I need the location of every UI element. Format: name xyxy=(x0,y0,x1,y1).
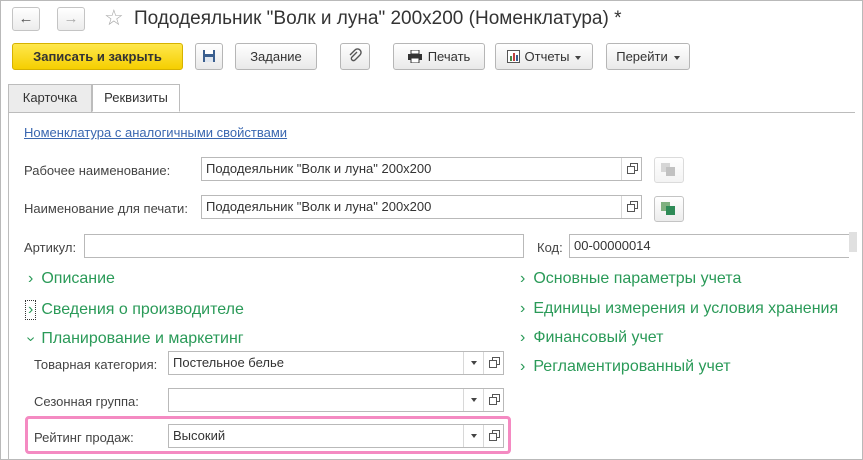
group-manufacturer-label: Сведения о производителе xyxy=(41,301,244,318)
save-and-close-button[interactable]: Записать и закрыть xyxy=(12,43,183,70)
printer-icon xyxy=(407,49,422,64)
work-name-label: Рабочее наименование: xyxy=(24,163,171,178)
arrow-left-icon: ← xyxy=(18,10,34,27)
paperclip-icon xyxy=(349,48,362,62)
similar-items-link[interactable]: Номенклатура с аналогичными свойствами xyxy=(24,125,287,140)
group-units-label: Единицы измерения и условия хранения xyxy=(533,300,839,317)
panel-border xyxy=(8,112,9,460)
category-select[interactable]: Постельное белье xyxy=(168,351,504,375)
copy-icon xyxy=(661,202,675,215)
rating-label: Рейтинг продаж: xyxy=(34,430,134,445)
rating-value: Высокий xyxy=(173,428,226,443)
group-planning[interactable]: › Планирование и маркетинг xyxy=(23,330,244,348)
group-units[interactable]: › Единицы измерения и условия хранения xyxy=(520,300,838,318)
open-icon[interactable] xyxy=(621,196,641,218)
season-label: Сезонная группа: xyxy=(34,394,139,409)
code-label: Код: xyxy=(537,240,563,255)
chevron-down-icon xyxy=(673,55,680,60)
report-icon xyxy=(506,50,520,63)
chevron-right-icon: › xyxy=(520,358,526,375)
page-title: Пододеяльник "Волк и луна" 200х200 (Номе… xyxy=(134,8,622,29)
print-name-value: Пододеяльник "Волк и луна" 200х200 xyxy=(206,199,432,214)
tab-details[interactable]: Реквизиты xyxy=(92,84,180,112)
group-planning-label: Планирование и маркетинг xyxy=(41,330,244,347)
work-name-input[interactable]: Пододеяльник "Волк и луна" 200х200 xyxy=(201,157,642,181)
chevron-down-icon: › xyxy=(22,336,40,342)
open-icon[interactable] xyxy=(621,158,641,180)
group-regulated[interactable]: › Регламентированный учет xyxy=(520,358,731,376)
group-accounting-params-label: Основные параметры учета xyxy=(533,270,742,287)
chevron-right-icon: › xyxy=(520,329,526,346)
attach-button[interactable] xyxy=(340,43,370,70)
copy-print-name-button[interactable] xyxy=(654,196,684,222)
task-button[interactable]: Задание xyxy=(235,43,317,70)
group-regulated-label: Регламентированный учет xyxy=(533,358,731,375)
open-icon[interactable] xyxy=(483,389,503,411)
open-icon[interactable] xyxy=(483,352,503,374)
category-label: Товарная категория: xyxy=(34,357,158,372)
copy-name-button[interactable] xyxy=(654,157,684,183)
chevron-right-icon: › xyxy=(25,300,37,320)
copy-icon xyxy=(661,163,675,176)
article-label: Артикул: xyxy=(24,240,77,255)
favorite-star-icon[interactable]: ☆ xyxy=(104,5,124,31)
article-input[interactable] xyxy=(84,234,524,258)
dropdown-arrow-icon[interactable] xyxy=(463,352,483,374)
category-value: Постельное белье xyxy=(173,355,284,370)
print-button[interactable]: Печать xyxy=(393,43,485,70)
forward-button[interactable]: → xyxy=(57,7,85,31)
group-accounting-params[interactable]: › Основные параметры учета xyxy=(520,270,741,288)
reports-button[interactable]: Отчеты xyxy=(495,43,593,70)
work-name-value: Пододеяльник "Волк и луна" 200х200 xyxy=(206,161,432,176)
dropdown-arrow-icon[interactable] xyxy=(463,425,483,447)
floppy-disk-icon xyxy=(203,50,215,62)
group-financial[interactable]: › Финансовый учет xyxy=(520,329,664,347)
group-manufacturer[interactable]: › Сведения о производителе xyxy=(25,300,244,320)
back-button[interactable]: ← xyxy=(12,7,40,31)
goto-label: Перейти xyxy=(616,49,668,64)
print-name-label: Наименование для печати: xyxy=(24,201,188,216)
season-select[interactable] xyxy=(168,388,504,412)
chevron-down-icon xyxy=(575,55,582,60)
open-icon[interactable] xyxy=(483,425,503,447)
tab-card[interactable]: Карточка xyxy=(8,84,92,112)
arrow-right-icon: → xyxy=(63,10,79,27)
rating-select[interactable]: Высокий xyxy=(168,424,504,448)
save-button[interactable] xyxy=(195,43,223,70)
group-description-label: Описание xyxy=(41,270,115,287)
goto-button[interactable]: Перейти xyxy=(606,43,690,70)
chevron-right-icon: › xyxy=(520,300,526,317)
group-financial-label: Финансовый учет xyxy=(533,329,664,346)
group-description[interactable]: › Описание xyxy=(28,270,115,288)
reports-label: Отчеты xyxy=(524,49,570,64)
code-input[interactable]: 00-00000014 xyxy=(569,234,849,258)
chevron-right-icon: › xyxy=(28,270,34,287)
chevron-right-icon: › xyxy=(520,270,526,287)
print-name-input[interactable]: Пододеяльник "Волк и луна" 200х200 xyxy=(201,195,642,219)
dropdown-arrow-icon[interactable] xyxy=(463,389,483,411)
print-label: Печать xyxy=(427,49,471,64)
tab-divider xyxy=(8,112,855,113)
scrollbar[interactable] xyxy=(849,232,857,252)
